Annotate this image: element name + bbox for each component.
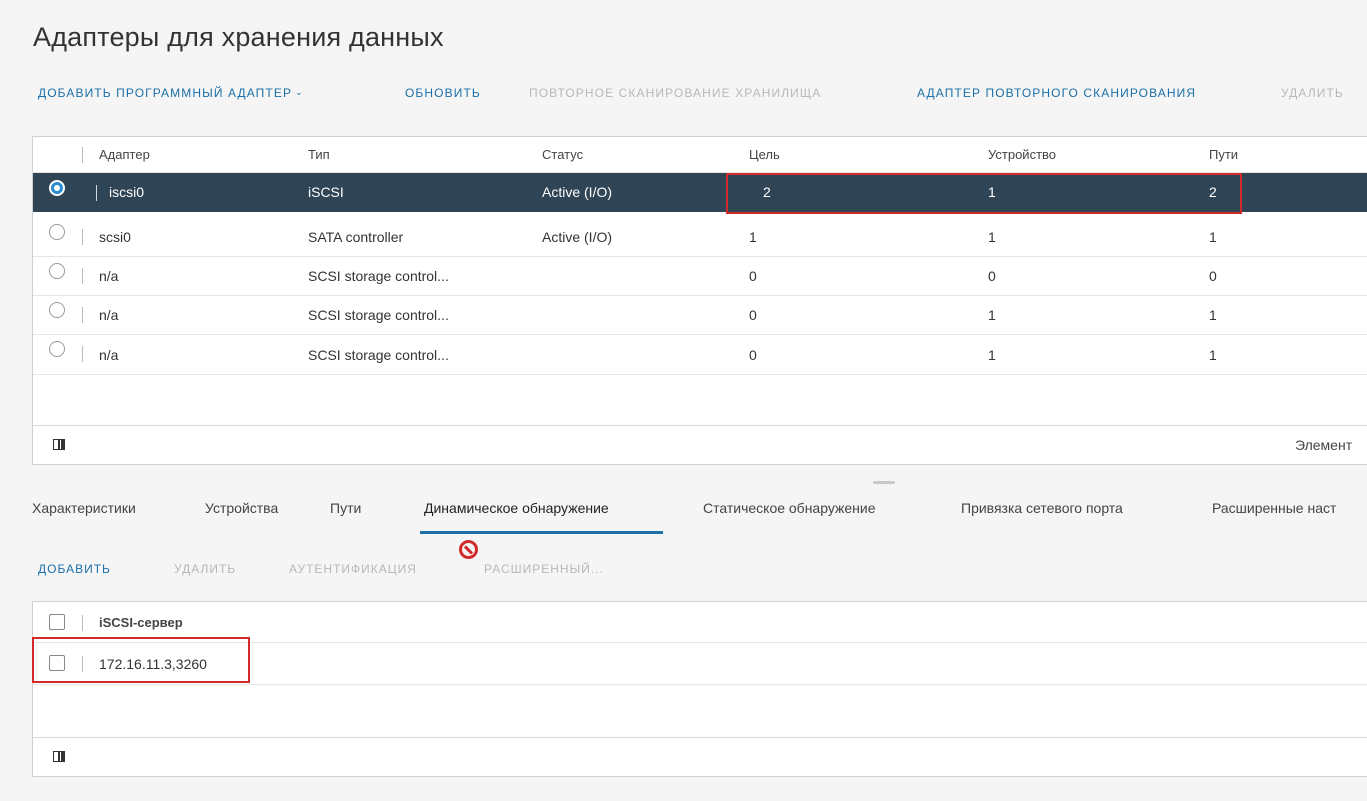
rescan-adapter-button[interactable]: АДАПТЕР ПОВТОРНОГО СКАНИРОВАНИЯ: [917, 86, 1196, 100]
grid-footer: Элемент: [33, 425, 1367, 464]
columns-icon[interactable]: [53, 439, 65, 450]
type-cell: SCSI storage control...: [308, 307, 449, 323]
device-cell: 1: [988, 307, 996, 323]
device-cell: 1: [988, 229, 996, 245]
grid-footer: [33, 737, 1367, 776]
adapter-cell: n/a: [99, 307, 119, 323]
pane-splitter-handle[interactable]: [873, 481, 895, 484]
row-select-radio[interactable]: [49, 224, 65, 240]
add-software-adapter-label: ДОБАВИТЬ ПРОГРАММНЫЙ АДАПТЕР: [38, 86, 293, 100]
paths-cell: 1: [1209, 346, 1217, 363]
column-separator: [96, 185, 97, 201]
tab-advanced-options[interactable]: Расширенные наст: [1212, 500, 1336, 516]
rescan-storage-button[interactable]: ПОВТОРНОЕ СКАНИРОВАНИЕ ХРАНИЛИЩА: [529, 86, 821, 100]
tab-network-port-binding[interactable]: Привязка сетевого порта: [961, 500, 1123, 516]
tab-paths[interactable]: Пути: [330, 500, 361, 516]
tab-dynamic-discovery[interactable]: Динамическое обнаружение: [424, 500, 609, 516]
table-row[interactable]: n/a SCSI storage control... 0 1 1: [33, 335, 1367, 375]
row-select-radio[interactable]: [49, 302, 65, 318]
column-separator: [82, 147, 83, 163]
column-header-status[interactable]: Статус: [542, 137, 583, 172]
table-row[interactable]: scsi0 SATA controller Active (I/O) 1 1 1: [33, 218, 1367, 257]
add-server-button[interactable]: ДОБАВИТЬ: [38, 562, 111, 576]
target-cell: 0: [749, 346, 757, 363]
table-row[interactable]: n/a SCSI storage control... 0 1 1: [33, 296, 1367, 335]
adapter-cell: n/a: [99, 268, 119, 284]
table-row[interactable]: n/a SCSI storage control... 0 0 0: [33, 257, 1367, 296]
type-cell: iSCSI: [308, 184, 344, 200]
column-separator: [82, 268, 83, 284]
row-select-radio[interactable]: [49, 180, 65, 196]
target-cell: 0: [749, 268, 757, 284]
column-separator: [82, 346, 83, 362]
paths-cell: 0: [1209, 268, 1217, 284]
column-header-type[interactable]: Тип: [308, 137, 330, 172]
column-header-target[interactable]: Цель: [749, 137, 780, 172]
column-header-paths[interactable]: Пути: [1209, 137, 1238, 172]
type-cell: SATA controller: [308, 229, 404, 245]
tab-devices[interactable]: Устройства: [205, 500, 278, 516]
type-cell: SCSI storage control...: [308, 346, 449, 363]
adapter-cell: iscsi0: [109, 184, 145, 200]
active-tab-indicator: [420, 531, 663, 534]
paths-cell: 1: [1209, 307, 1217, 323]
column-separator: [82, 307, 83, 323]
status-cell: Active (I/O): [542, 229, 613, 245]
adapter-cell: n/a: [99, 346, 119, 363]
adapters-header-row: Адаптер Тип Статус Цель Устройство Пути: [33, 137, 1367, 173]
remove-adapter-button[interactable]: УДАЛИТЬ: [1281, 86, 1344, 100]
details-tabs: Характеристики Устройства Пути Динамичес…: [0, 500, 1367, 534]
column-separator: [82, 615, 83, 631]
tab-properties[interactable]: Характеристики: [32, 500, 136, 516]
select-all-checkbox[interactable]: [49, 614, 65, 630]
adapter-cell: scsi0: [99, 229, 131, 245]
column-header-iscsi-server[interactable]: iSCSI-сервер: [99, 602, 183, 642]
authentication-button[interactable]: АУТЕНТИФИКАЦИЯ: [289, 562, 417, 576]
highlight-box: [726, 173, 1242, 214]
not-allowed-icon: [459, 540, 478, 559]
advanced-button[interactable]: РАСШИРЕННЫЙ...: [484, 562, 604, 576]
tab-static-discovery[interactable]: Статическое обнаружение: [703, 500, 876, 516]
highlight-box: [32, 637, 250, 683]
remove-server-button[interactable]: УДАЛИТЬ: [174, 562, 236, 576]
device-cell: 1: [988, 346, 996, 363]
column-header-adapter[interactable]: Адаптер: [99, 137, 150, 172]
status-cell: Active (I/O): [542, 184, 613, 200]
column-separator: [82, 229, 83, 245]
chevron-down-icon: ⌄: [295, 87, 304, 97]
row-select-radio[interactable]: [49, 263, 65, 279]
column-header-device[interactable]: Устройство: [988, 137, 1056, 172]
device-cell: 0: [988, 268, 996, 284]
target-cell: 1: [749, 229, 757, 245]
iscsi-servers-grid: iSCSI-сервер 172.16.11.3,3260: [32, 601, 1367, 777]
paths-cell: 1: [1209, 229, 1217, 245]
items-count-label: Элемент: [1295, 437, 1353, 453]
page-title: Адаптеры для хранения данных: [33, 22, 444, 52]
type-cell: SCSI storage control...: [308, 268, 449, 284]
target-cell: 0: [749, 307, 757, 323]
row-select-radio[interactable]: [49, 341, 65, 357]
add-software-adapter-button[interactable]: ДОБАВИТЬ ПРОГРАММНЫЙ АДАПТЕР ⌄: [38, 86, 304, 100]
columns-icon[interactable]: [53, 751, 65, 762]
refresh-button[interactable]: ОБНОВИТЬ: [405, 86, 481, 100]
